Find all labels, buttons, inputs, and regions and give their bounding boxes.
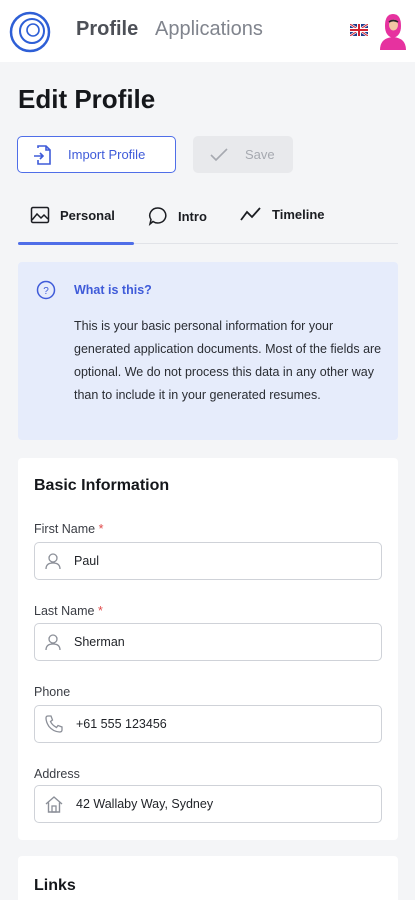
- last-name-label: Last Name *: [34, 604, 103, 618]
- tab-intro[interactable]: Intro: [148, 206, 207, 226]
- nav-profile-link[interactable]: Profile: [76, 18, 138, 41]
- save-label: Save: [245, 147, 275, 162]
- check-icon: [210, 147, 228, 161]
- app-logo-icon[interactable]: [8, 10, 52, 54]
- last-name-label-text: Last Name: [34, 604, 95, 618]
- uk-flag-icon[interactable]: [350, 24, 368, 36]
- question-circle-icon: ?: [36, 280, 56, 300]
- address-field[interactable]: 42 Wallaby Way, Sydney: [34, 785, 382, 823]
- info-text: This is your basic personal information …: [74, 319, 382, 402]
- address-value: 42 Wallaby Way, Sydney: [76, 797, 214, 811]
- required-marker: *: [98, 522, 104, 536]
- import-profile-label: Import Profile: [68, 147, 146, 162]
- phone-icon: [45, 715, 63, 733]
- tab-intro-label: Intro: [178, 208, 207, 224]
- first-name-field[interactable]: Paul: [34, 542, 382, 580]
- file-import-icon: [34, 144, 51, 165]
- tab-personal-label: Personal: [60, 207, 115, 223]
- svg-text:?: ?: [43, 286, 49, 297]
- phone-label: Phone: [34, 685, 71, 699]
- info-title: What is this?: [74, 283, 152, 297]
- basic-information-card: Basic Information First Name * Paul Last…: [18, 458, 398, 840]
- phone-field[interactable]: +61 555 123456: [34, 705, 382, 743]
- app-header: Profile Applications: [0, 0, 415, 62]
- first-name-label-text: First Name: [34, 522, 96, 536]
- save-button[interactable]: Save: [193, 136, 293, 173]
- home-icon: [45, 796, 63, 813]
- first-name-value: Paul: [74, 554, 100, 568]
- person-icon: [45, 553, 61, 570]
- tab-timeline-label: Timeline: [272, 206, 325, 222]
- tab-personal[interactable]: Personal: [30, 206, 115, 224]
- last-name-value: Sherman: [74, 635, 125, 649]
- tab-timeline[interactable]: Timeline: [240, 206, 325, 222]
- active-tab-indicator: [18, 242, 134, 245]
- links-card: Links: [18, 856, 398, 900]
- page-title: Edit Profile: [18, 84, 156, 114]
- last-name-field[interactable]: Sherman: [34, 623, 382, 661]
- required-marker: *: [97, 604, 103, 618]
- nav-applications-link[interactable]: Applications: [155, 18, 263, 41]
- image-icon: [30, 206, 50, 224]
- address-label: Address: [34, 767, 80, 781]
- import-profile-button[interactable]: Import Profile: [17, 136, 176, 173]
- user-avatar-icon[interactable]: [376, 10, 410, 50]
- first-name-label: First Name *: [34, 522, 103, 536]
- phone-value: +61 555 123456: [76, 717, 167, 731]
- basic-information-title: Basic Information: [34, 477, 170, 494]
- trend-line-icon: [240, 207, 261, 221]
- person-icon: [45, 634, 61, 651]
- profile-tabs: Personal Intro Timeline: [18, 198, 398, 245]
- links-title: Links: [34, 877, 76, 894]
- info-panel: ? What is this? This is your basic perso…: [18, 262, 398, 440]
- chat-bubble-icon: [148, 207, 167, 226]
